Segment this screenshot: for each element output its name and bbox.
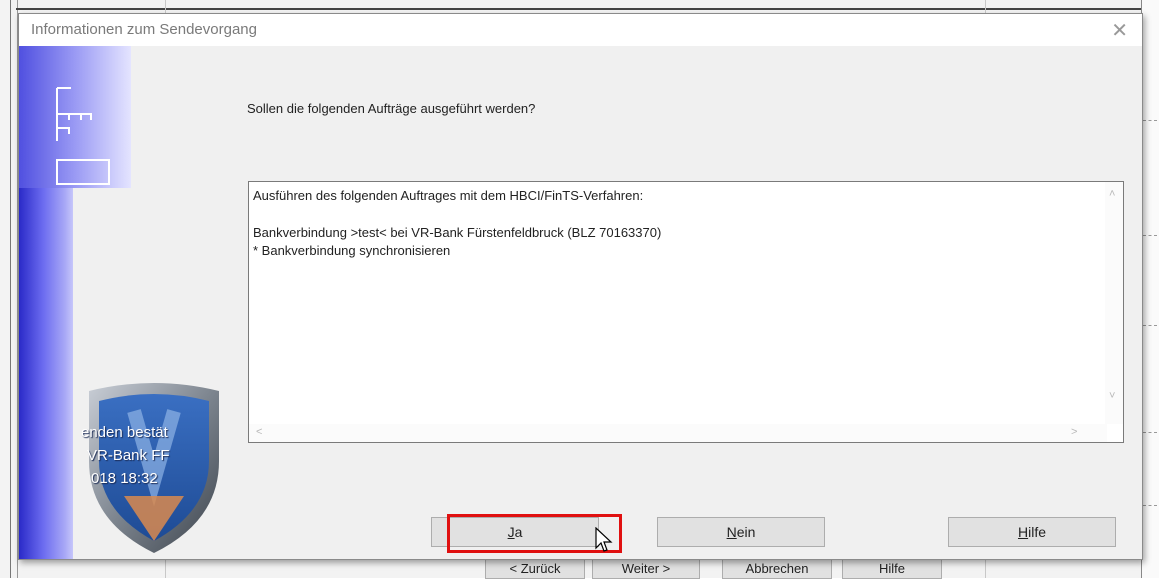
background-right-strip [1141, 0, 1159, 578]
background-dash [1143, 505, 1157, 506]
background-dash [1143, 432, 1157, 433]
shield-logo [89, 383, 219, 553]
horizontal-scrollbar[interactable]: < > [249, 424, 1107, 442]
background-dash [1143, 325, 1157, 326]
background-frame [10, 0, 18, 578]
details-line: Ausführen des folgenden Auftrages mit de… [253, 188, 644, 203]
no-label: ein [736, 524, 756, 540]
background-dash [1143, 235, 1157, 236]
question-text: Sollen die folgenden Aufträge ausgeführt… [247, 101, 536, 116]
background-cancel-button[interactable]: Abbrechen [722, 557, 832, 579]
close-icon[interactable]: ✕ [1111, 18, 1128, 43]
side-panel-header [19, 46, 131, 188]
background-help-button[interactable]: Hilfe [842, 557, 942, 579]
scroll-up-icon[interactable]: ˄ [1109, 188, 1115, 200]
shield-text-3: 018 18:32 [91, 470, 158, 487]
details-line: Bankverbindung >test< bei VR-Bank Fürste… [253, 225, 662, 240]
vertical-scrollbar[interactable]: ˄ ˅ [1105, 182, 1123, 424]
details-textbox[interactable]: Ausführen des folgenden Auftrages mit de… [248, 181, 1124, 443]
title-bar: Informationen zum Sendevorgang ✕ [19, 14, 1142, 46]
no-accelerator: N [726, 524, 737, 540]
details-line: * Bankverbindung synchronisieren [253, 243, 451, 258]
mouse-cursor-icon [595, 527, 613, 552]
no-button[interactable]: Nein [657, 517, 825, 547]
background-next-button[interactable]: Weiter > [592, 557, 700, 579]
shield-text-1: enden bestät [81, 424, 168, 441]
dialog-title: Informationen zum Sendevorgang [31, 21, 257, 38]
scroll-left-icon[interactable]: < [256, 426, 262, 438]
scroll-down-icon[interactable]: ˅ [1109, 390, 1115, 402]
send-info-dialog: Informationen zum Sendevorgang ✕ enden b… [18, 13, 1143, 560]
shield-text-2: VR-Bank FF [87, 447, 170, 464]
form-icon [56, 87, 110, 185]
background-top-border [16, 8, 1142, 10]
help-accelerator: H [1017, 524, 1029, 540]
help-label: ilfe [1028, 524, 1047, 540]
background-dash [1143, 120, 1157, 121]
background-back-button[interactable]: < Zurück [485, 557, 585, 579]
help-button[interactable]: Hilfe [948, 517, 1116, 547]
scroll-right-icon[interactable]: > [1071, 426, 1077, 438]
